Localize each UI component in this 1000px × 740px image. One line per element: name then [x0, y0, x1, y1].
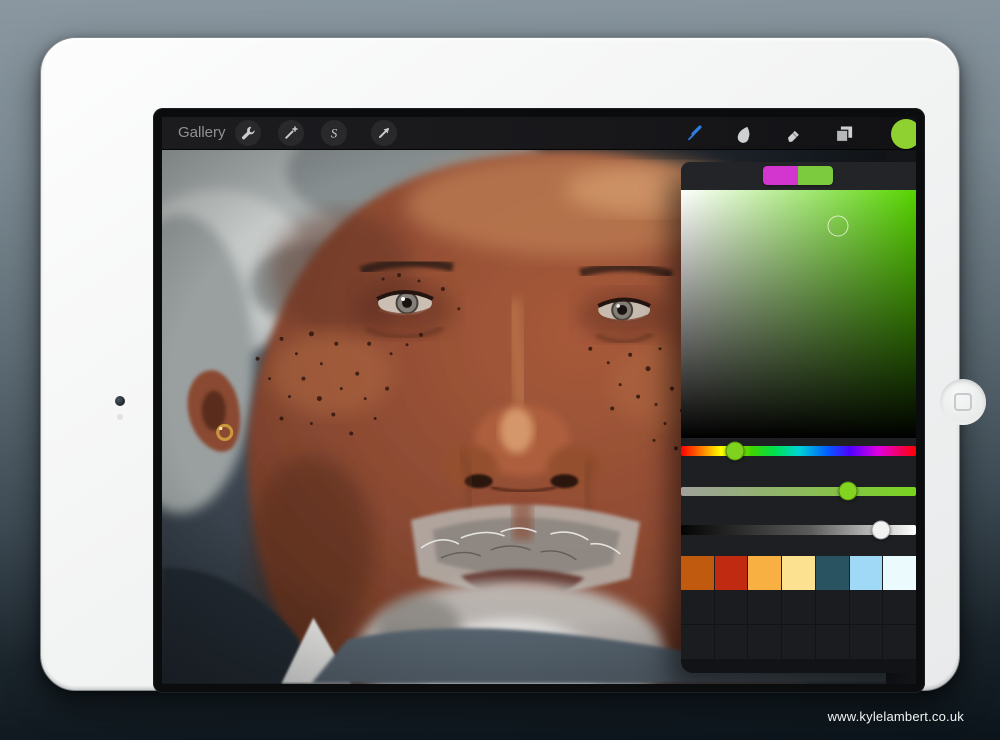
erase-tool-button[interactable] — [781, 122, 805, 146]
top-toolbar: Gallery S — [162, 117, 916, 150]
empty-swatch[interactable] — [850, 590, 883, 624]
transform-button[interactable] — [371, 120, 397, 146]
saturation-slider-knob[interactable] — [838, 482, 857, 501]
front-camera-icon — [115, 396, 125, 406]
empty-swatch[interactable] — [883, 590, 916, 624]
photo-backdrop: Gallery S — [0, 0, 1000, 740]
current-color-button[interactable] — [891, 119, 916, 149]
saturation-brightness-picker[interactable] — [681, 190, 916, 438]
ipad-screen: Gallery S — [153, 108, 925, 693]
eraser-icon — [783, 124, 803, 144]
palette-swatch[interactable] — [782, 556, 815, 590]
previous-color-swatch[interactable] — [763, 166, 798, 185]
home-button[interactable] — [940, 379, 986, 425]
select-s-icon: S — [326, 125, 342, 141]
recent-colors-pill[interactable] — [763, 166, 833, 185]
color-panel-header — [681, 162, 916, 190]
ipad-device: Gallery S — [40, 37, 960, 691]
actions-button[interactable] — [235, 120, 261, 146]
palette-swatch[interactable] — [681, 556, 714, 590]
procreate-app: Gallery S — [162, 117, 916, 684]
transform-arrow-icon — [376, 125, 392, 141]
palette-swatch-row — [681, 556, 916, 590]
layers-icon — [834, 124, 854, 144]
palette-swatch[interactable] — [748, 556, 781, 590]
smudge-icon — [733, 124, 753, 144]
wrench-icon — [240, 125, 256, 141]
palette-swatch[interactable] — [850, 556, 883, 590]
select-button[interactable]: S — [321, 120, 347, 146]
hue-slider[interactable] — [681, 446, 916, 456]
hue-slider-knob[interactable] — [726, 442, 745, 461]
palette-swatch[interactable] — [715, 556, 748, 590]
empty-swatch[interactable] — [715, 625, 748, 659]
empty-swatch[interactable] — [816, 590, 849, 624]
smudge-tool-button[interactable] — [731, 122, 755, 146]
paintbrush-icon — [683, 124, 703, 144]
empty-swatch[interactable] — [816, 625, 849, 659]
brightness-slider-knob[interactable] — [871, 521, 890, 540]
empty-swatch[interactable] — [850, 625, 883, 659]
svg-text:S: S — [331, 126, 338, 141]
palette-swatch[interactable] — [816, 556, 849, 590]
empty-swatch[interactable] — [782, 625, 815, 659]
saturation-slider[interactable] — [681, 487, 916, 496]
home-square-icon — [954, 393, 972, 411]
picker-cursor[interactable] — [828, 215, 849, 236]
paint-tool-button[interactable] — [681, 122, 705, 146]
empty-swatch[interactable] — [883, 625, 916, 659]
adjustments-button[interactable] — [278, 120, 304, 146]
gallery-button[interactable]: Gallery — [178, 117, 226, 149]
empty-swatch[interactable] — [681, 625, 714, 659]
empty-swatch[interactable] — [681, 590, 714, 624]
light-sensor-icon — [117, 414, 123, 420]
empty-swatch[interactable] — [748, 590, 781, 624]
empty-swatch[interactable] — [782, 590, 815, 624]
layers-button[interactable] — [832, 122, 856, 146]
palette-swatch[interactable] — [883, 556, 916, 590]
color-panel — [681, 162, 916, 673]
empty-swatch-grid — [681, 590, 916, 673]
empty-swatch[interactable] — [748, 625, 781, 659]
current-color-swatch[interactable] — [798, 166, 833, 185]
empty-swatch[interactable] — [715, 590, 748, 624]
wand-icon — [283, 125, 299, 141]
watermark: www.kylelambert.co.uk — [828, 709, 964, 724]
